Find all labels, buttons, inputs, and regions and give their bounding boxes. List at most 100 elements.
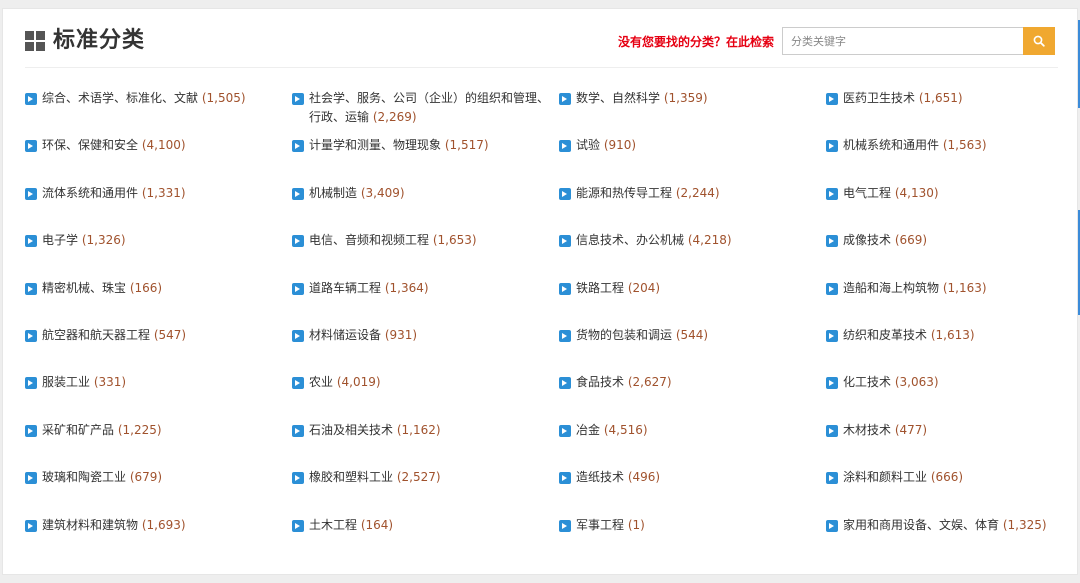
category-link[interactable]: 计量学和测量、物理现象 (1,517) bbox=[292, 136, 559, 183]
category-link[interactable]: 军事工程 (1) bbox=[559, 516, 826, 563]
category-count: (666) bbox=[930, 470, 964, 485]
category-count: (1) bbox=[627, 517, 645, 532]
category-label: 环保、保健和安全 (4,100) bbox=[42, 136, 186, 155]
category-name: 能源和热传导工程 bbox=[576, 185, 673, 200]
category-link[interactable]: 试验 (910) bbox=[559, 136, 826, 183]
category-link[interactable]: 信息技术、办公机械 (4,218) bbox=[559, 231, 826, 278]
category-name: 信息技术、办公机械 bbox=[576, 233, 685, 248]
category-link[interactable]: 货物的包装和调运 (544) bbox=[559, 326, 826, 373]
arrow-right-icon bbox=[559, 187, 571, 200]
category-link[interactable]: 电气工程 (4,130) bbox=[826, 184, 1075, 231]
category-link[interactable]: 土木工程 (164) bbox=[292, 516, 559, 563]
category-name: 农业 bbox=[309, 375, 334, 390]
category-label: 军事工程 (1) bbox=[576, 516, 645, 535]
category-name: 家用和商用设备、文娱、体育 bbox=[843, 517, 1000, 532]
category-label: 化工技术 (3,063) bbox=[843, 373, 939, 392]
category-count: (1,325) bbox=[1002, 517, 1047, 532]
category-link[interactable]: 能源和热传导工程 (2,244) bbox=[559, 184, 826, 231]
arrow-right-icon bbox=[559, 519, 571, 532]
category-label: 玻璃和陶瓷工业 (679) bbox=[42, 468, 162, 487]
category-link[interactable]: 机械制造 (3,409) bbox=[292, 184, 559, 231]
category-label: 流体系统和通用件 (1,331) bbox=[42, 184, 186, 203]
category-link[interactable]: 建筑材料和建筑物 (1,693) bbox=[25, 516, 292, 563]
grid-icon bbox=[25, 31, 45, 51]
category-label: 橡胶和塑料工业 (2,527) bbox=[309, 468, 441, 487]
category-link[interactable]: 数学、自然科学 (1,359) bbox=[559, 89, 826, 136]
category-count: (3,063) bbox=[894, 375, 939, 390]
category-link[interactable]: 服装工业 (331) bbox=[25, 373, 292, 420]
category-name: 造船和海上构筑物 bbox=[843, 280, 940, 295]
category-label: 造纸技术 (496) bbox=[576, 468, 660, 487]
category-link[interactable]: 橡胶和塑料工业 (2,527) bbox=[292, 468, 559, 515]
arrow-right-icon bbox=[826, 187, 838, 200]
arrow-right-icon bbox=[826, 472, 838, 485]
category-link[interactable]: 涂料和颜料工业 (666) bbox=[826, 468, 1075, 515]
category-link[interactable]: 家用和商用设备、文娱、体育 (1,325) bbox=[826, 516, 1075, 563]
category-link[interactable]: 电子学 (1,326) bbox=[25, 231, 292, 278]
category-link[interactable]: 社会学、服务、公司（企业）的组织和管理、行政、运输 (2,269) bbox=[292, 89, 559, 136]
category-count: (164) bbox=[360, 517, 394, 532]
category-label: 机械系统和通用件 (1,563) bbox=[843, 136, 987, 155]
search-button[interactable] bbox=[1023, 27, 1055, 55]
category-label: 电子学 (1,326) bbox=[42, 231, 126, 250]
category-link[interactable]: 环保、保健和安全 (4,100) bbox=[25, 136, 292, 183]
category-link[interactable]: 铁路工程 (204) bbox=[559, 279, 826, 326]
category-link[interactable]: 造船和海上构筑物 (1,163) bbox=[826, 279, 1075, 326]
category-count: (679) bbox=[129, 470, 163, 485]
category-link[interactable]: 木材技术 (477) bbox=[826, 421, 1075, 468]
category-count: (204) bbox=[627, 280, 661, 295]
category-link[interactable]: 石油及相关技术 (1,162) bbox=[292, 421, 559, 468]
category-link[interactable]: 玻璃和陶瓷工业 (679) bbox=[25, 468, 292, 515]
search-prompt: 没有您要找的分类？在此检索 bbox=[617, 35, 774, 49]
arrow-right-icon bbox=[292, 235, 304, 248]
category-link[interactable]: 材料储运设备 (931) bbox=[292, 326, 559, 373]
category-label: 石油及相关技术 (1,162) bbox=[309, 421, 441, 440]
arrow-right-icon bbox=[559, 377, 571, 390]
category-count: (2,627) bbox=[627, 375, 672, 390]
category-label: 冶金 (4,516) bbox=[576, 421, 648, 440]
category-count: (496) bbox=[627, 470, 661, 485]
category-count: (1,163) bbox=[942, 280, 987, 295]
category-label: 社会学、服务、公司（企业）的组织和管理、行政、运输 (2,269) bbox=[309, 89, 559, 127]
arrow-right-icon bbox=[292, 329, 304, 342]
category-link[interactable]: 精密机械、珠宝 (166) bbox=[25, 279, 292, 326]
category-link[interactable]: 农业 (4,019) bbox=[292, 373, 559, 420]
arrow-right-icon bbox=[25, 282, 37, 295]
search-input[interactable] bbox=[782, 27, 1024, 55]
category-label: 信息技术、办公机械 (4,218) bbox=[576, 231, 732, 250]
arrow-right-icon bbox=[292, 140, 304, 153]
category-label: 铁路工程 (204) bbox=[576, 279, 660, 298]
arrow-right-icon bbox=[559, 140, 571, 153]
category-link[interactable]: 成像技术 (669) bbox=[826, 231, 1075, 278]
category-link[interactable]: 综合、术语学、标准化、文献 (1,505) bbox=[25, 89, 292, 136]
category-link[interactable]: 道路车辆工程 (1,364) bbox=[292, 279, 559, 326]
category-link[interactable]: 医药卫生技术 (1,651) bbox=[826, 89, 1075, 136]
search-icon bbox=[1033, 35, 1045, 47]
category-grid: 综合、术语学、标准化、文献 (1,505) 社会学、服务、公司（企业）的组织和管理… bbox=[25, 89, 1075, 563]
category-link[interactable]: 流体系统和通用件 (1,331) bbox=[25, 184, 292, 231]
arrow-right-icon bbox=[25, 472, 37, 485]
category-link[interactable]: 电信、音频和视频工程 (1,653) bbox=[292, 231, 559, 278]
category-link[interactable]: 航空器和航天器工程 (547) bbox=[25, 326, 292, 373]
arrow-right-icon bbox=[292, 93, 304, 105]
category-link[interactable]: 采矿和矿产品 (1,225) bbox=[25, 421, 292, 468]
category-link[interactable]: 食品技术 (2,627) bbox=[559, 373, 826, 420]
category-count: (1,364) bbox=[384, 280, 429, 295]
category-link[interactable]: 机械系统和通用件 (1,563) bbox=[826, 136, 1075, 183]
arrow-right-icon bbox=[826, 140, 838, 153]
category-link[interactable]: 化工技术 (3,063) bbox=[826, 373, 1075, 420]
category-count: (1,331) bbox=[141, 185, 186, 200]
header-divider bbox=[25, 67, 1058, 68]
category-link[interactable]: 纺织和皮革技术 (1,613) bbox=[826, 326, 1075, 373]
category-label: 精密机械、珠宝 (166) bbox=[42, 279, 162, 298]
category-link[interactable]: 冶金 (4,516) bbox=[559, 421, 826, 468]
category-name: 医药卫生技术 bbox=[843, 91, 916, 105]
category-link[interactable]: 造纸技术 (496) bbox=[559, 468, 826, 515]
arrow-right-icon bbox=[559, 235, 571, 248]
category-name: 试验 bbox=[576, 138, 601, 153]
category-label: 航空器和航天器工程 (547) bbox=[42, 326, 186, 345]
category-label: 能源和热传导工程 (2,244) bbox=[576, 184, 720, 203]
category-name: 涂料和颜料工业 bbox=[843, 470, 928, 485]
category-count: (166) bbox=[129, 280, 163, 295]
arrow-right-icon bbox=[826, 377, 838, 390]
